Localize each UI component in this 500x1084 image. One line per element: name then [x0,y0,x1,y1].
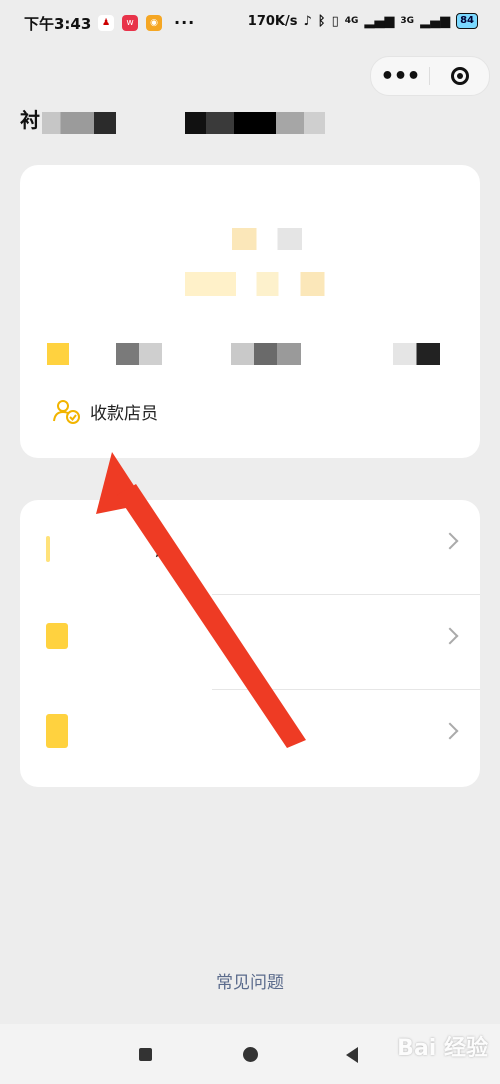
cashier-staff-label: 收款店员 [90,403,158,424]
redacted-store-name-1 [42,112,116,134]
redacted-store-name-2 [185,112,325,134]
redacted-stat-1 [47,343,69,365]
signal-3g: 3G [400,16,415,26]
home-button[interactable] [243,1047,258,1062]
vibrate-icon: ▯ [331,13,339,29]
list-item-record[interactable]: 记 [20,500,480,596]
redacted-summary-amount [185,272,355,296]
miniprogram-capsule: ••• [370,56,490,96]
redacted-summary-title [232,228,302,250]
signal-bars-icon: ▂▄▆ [364,13,395,29]
capsule-divider [429,67,430,85]
faq-link[interactable]: 常见问题 [0,968,500,993]
redacted-stat-3 [231,343,301,365]
list-item-label: 记 [153,540,171,561]
status-time: 下午3:43 [24,15,92,33]
signal-bars-icon-2: ▂▄▆ [420,13,451,29]
bluetooth-icon: ᛒ [317,13,326,29]
chevron-right-icon [441,722,459,740]
store-name-prefix: 衬 [20,108,40,132]
store-name: 衬 [20,104,40,133]
more-dots-icon: ••• [380,63,420,89]
music-icon: ♪ [303,13,312,29]
target-icon [451,67,469,85]
signal-4g: 4G [344,16,359,26]
staff-check-icon [53,400,80,424]
close-miniprogram-button[interactable] [431,57,489,95]
network-speed: 170K/s [247,13,298,29]
more-notifications-icon: ··· [174,13,196,32]
redacted-stat-4 [393,343,440,365]
qq-icon: ♟ [98,14,114,31]
chevron-right-icon [441,532,459,550]
baidu-watermark: Bai 经验 [397,1036,488,1061]
list-item-3[interactable] [20,690,480,786]
record-icon [46,536,50,562]
status-app-icons: ♟ w ◉ ··· [98,13,195,32]
status-right: 170K/s ♪ ᛒ ▯ 4G ▂▄▆ 3G ▂▄▆ 84 [248,13,478,29]
battery-indicator: 84 [456,13,478,29]
redacted-stat-2 [116,343,162,365]
taobao-app-icon: ◉ [146,14,162,31]
flag-icon [46,623,68,649]
back-button[interactable] [346,1047,358,1063]
list-item-2[interactable] [20,595,480,691]
phone-icon [46,714,68,748]
weibo-app-icon: w [122,14,138,31]
more-button[interactable]: ••• [371,57,429,95]
status-bar: 下午3:43 ♟ w ◉ ··· 170K/s ♪ ᛒ ▯ 4G ▂▄▆ 3G … [0,0,500,44]
cashier-staff-entry[interactable]: 收款店员 [52,398,158,424]
chevron-right-icon [441,627,459,645]
recent-apps-button[interactable] [139,1048,152,1061]
